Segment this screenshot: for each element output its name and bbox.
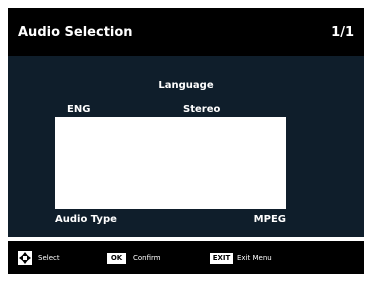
audio-type-value: MPEG bbox=[253, 214, 286, 225]
audio-panel: Language ENG Stereo Audio Type MPEG bbox=[8, 56, 364, 237]
ok-key: OK bbox=[107, 253, 126, 264]
confirm-label: Confirm bbox=[133, 254, 161, 262]
hint-exit: EXIT Exit Menu bbox=[210, 241, 330, 274]
footer-hints: Select OK Confirm EXIT Exit Menu bbox=[8, 241, 364, 274]
title-bar: Audio Selection 1/1 bbox=[8, 8, 364, 56]
exit-key: EXIT bbox=[210, 253, 233, 264]
page-title: Audio Selection bbox=[18, 25, 133, 40]
page-indicator: 1/1 bbox=[331, 25, 354, 40]
select-label: Select bbox=[38, 254, 60, 262]
language-list[interactable]: ENG Stereo bbox=[55, 103, 286, 209]
language-item-eng[interactable]: ENG Stereo bbox=[55, 103, 286, 117]
language-heading: Language bbox=[158, 80, 214, 91]
hint-confirm: OK Confirm bbox=[107, 241, 207, 274]
audio-type-label: Audio Type bbox=[55, 214, 117, 225]
audio-selection-screen: Audio Selection 1/1 Language ENG Stereo … bbox=[8, 8, 364, 274]
language-code: ENG bbox=[67, 104, 91, 115]
language-mode: Stereo bbox=[183, 104, 221, 115]
exit-label: Exit Menu bbox=[237, 254, 272, 262]
dpad-icon bbox=[18, 251, 32, 265]
hint-select: Select bbox=[8, 241, 98, 274]
